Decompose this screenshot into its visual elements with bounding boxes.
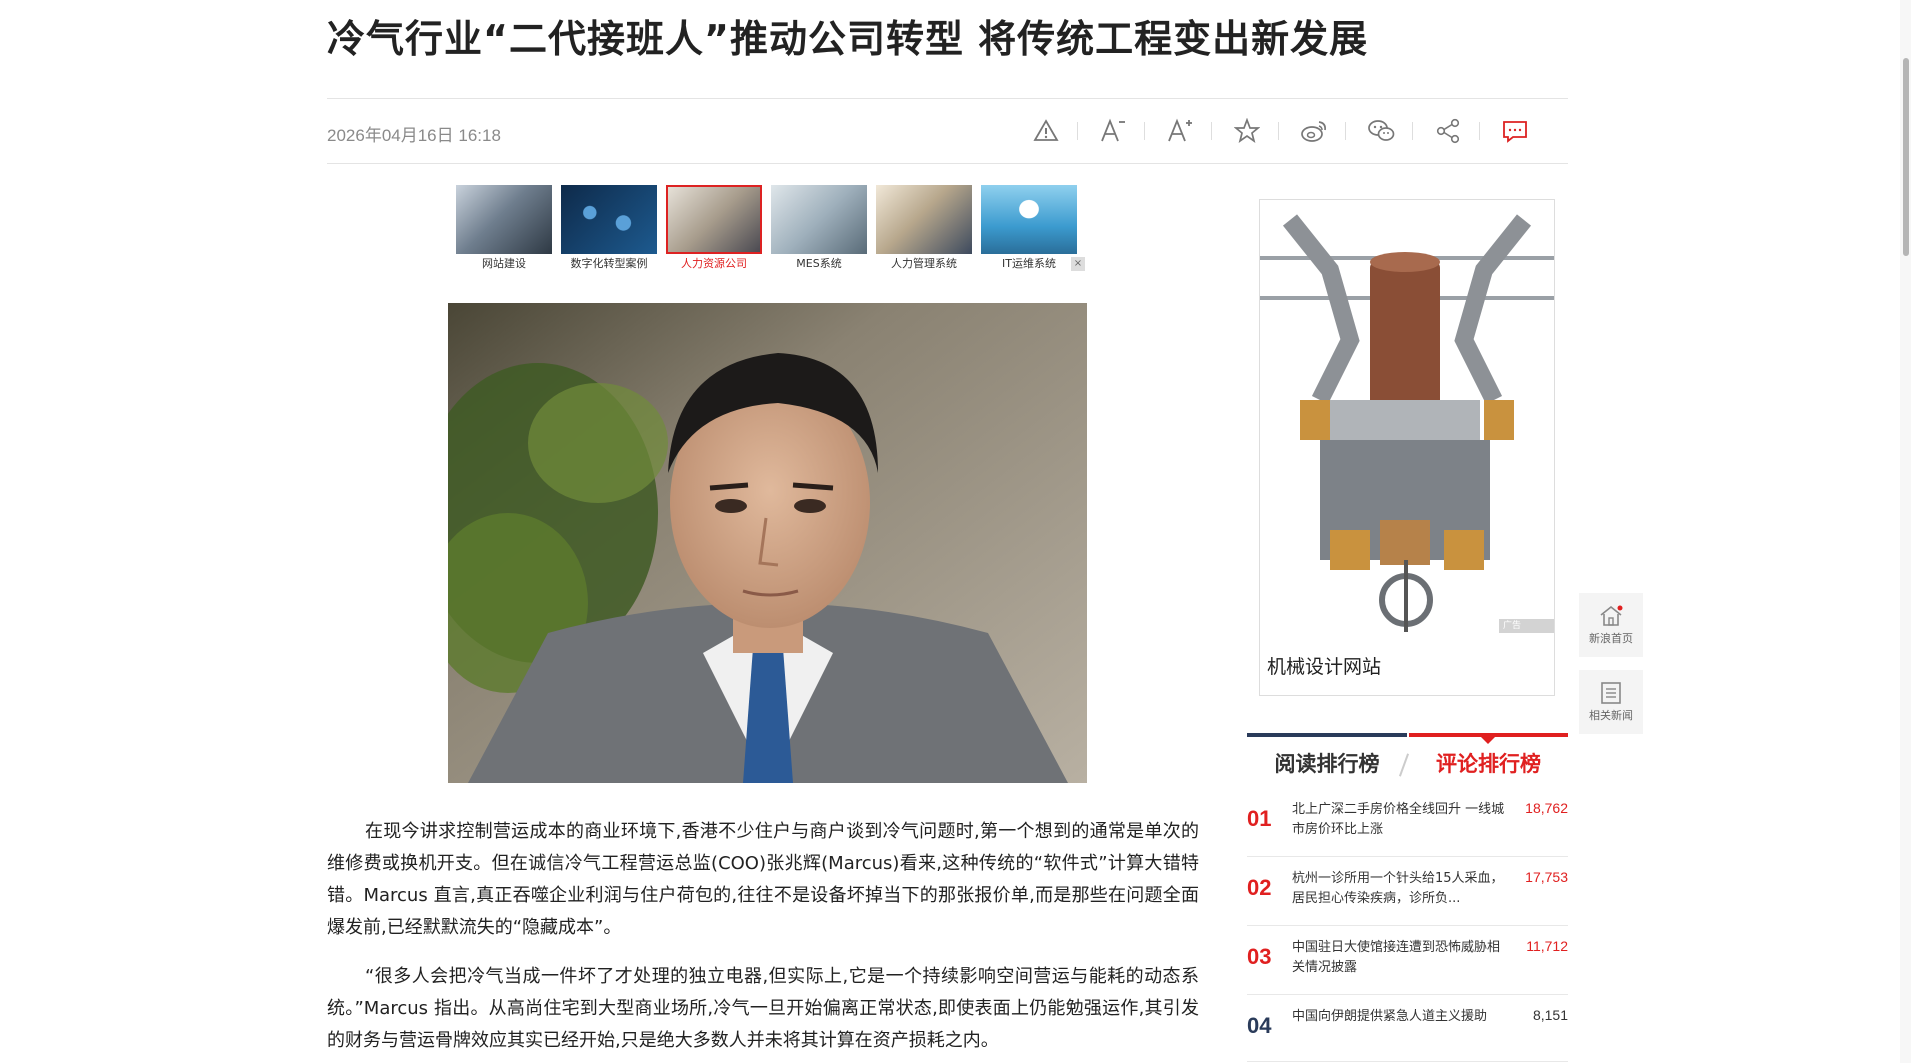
side-ad-caption[interactable]: 机械设计网站 [1267,652,1381,679]
side-nav-related-label: 相关新闻 [1589,709,1633,722]
ad-thumb-label: 数字化转型案例 [570,257,648,270]
ad-tag: 广告 [1499,619,1554,633]
rank-item[interactable]: 04 中国向伊朗提供紧急人道主义援助 8,151 [1247,1007,1568,1062]
weibo-icon[interactable] [1294,114,1334,148]
side-nav-home[interactable]: 新浪首页 [1579,593,1643,657]
ad-thumb-website[interactable]: 网站建设 [456,185,552,271]
publish-date: 2026年04月16日 16:18 [327,126,501,145]
ad-thumb-label: IT运维系统 [1002,257,1056,270]
home-icon [1600,605,1623,626]
article-photo [448,303,1087,783]
side-nav-related[interactable]: 相关新闻 [1579,670,1643,734]
rank-number: 03 [1247,944,1272,969]
font-increase-icon[interactable] [1160,114,1200,148]
toolbar-divider [327,163,1568,164]
toolbar-separator [1412,122,1413,140]
rank-item[interactable]: 03 中国驻日大使馆接连遭到恐怖威胁相关情况披露 11,712 [1247,938,1568,995]
report-icon[interactable] [1026,114,1066,148]
ad-thumb-mes[interactable]: MES系统 [771,185,867,271]
rank-count: 8,151 [1532,1007,1568,1023]
font-decrease-icon[interactable] [1093,114,1133,148]
side-nav-home-label: 新浪首页 [1589,632,1633,645]
toolbar-separator [1077,122,1078,140]
rank-item[interactable]: 02 杭州一诊所用一个针头给15人采血，居民担心传染疾病，诊所负... 17,7… [1247,869,1568,926]
ad-thumb-it-ops[interactable]: IT运维系统 [981,185,1077,271]
rank-title-link[interactable]: 杭州一诊所用一个针头给15人采血，居民担心传染疾病，诊所负... [1292,869,1507,909]
rank-count: 11,712 [1526,938,1568,954]
rank-title-link[interactable]: 北上广深二手房价格全线回升 一线城市房价环比上涨 [1292,800,1507,840]
toolbar-separator [1144,122,1145,140]
toolbar-separator [1345,122,1346,140]
rank-title-link[interactable]: 中国驻日大使馆接连遭到恐怖威胁相关情况披露 [1292,938,1507,978]
ad-thumb-image [666,185,762,254]
ad-thumb-image [876,185,972,254]
ad-thumb-label: MES系统 [796,257,842,270]
ad-thumb-digital[interactable]: 数字化转型案例 [561,185,657,271]
ad-thumb-image [561,185,657,254]
rank-count: 18,762 [1525,800,1568,816]
tab-read-ranking[interactable]: 阅读排行榜 [1247,740,1407,786]
ad-thumb-label: 网站建设 [482,257,526,270]
rank-tab-underline-read [1247,733,1407,737]
share-icon[interactable] [1428,114,1468,148]
comment-icon[interactable] [1495,114,1535,148]
tab-comment-ranking[interactable]: 评论排行榜 [1409,740,1568,786]
ad-thumb-label: 人力资源公司 [681,257,747,270]
ad-thumb-label: 人力管理系统 [891,257,957,270]
rank-title-link[interactable]: 中国向伊朗提供紧急人道主义援助 [1292,1007,1507,1027]
side-ad-image[interactable] [1260,200,1554,632]
title-divider [327,98,1568,99]
article-paragraph: “很多人会把冷气当成一件坏了才处理的独立电器,但实际上,它是一个持续影响空间营运… [327,966,1199,1051]
article-title: 冷气行业“二代接班人”推动公司转型 将传统工程变出新发展 [327,17,1369,61]
favorite-icon[interactable] [1227,114,1267,148]
toolbar-separator [1479,122,1480,140]
ad-thumb-hr-system[interactable]: 人力管理系统 [876,185,972,271]
article-paragraph: 在现今讲求控制营运成本的商业环境下,香港不少住户与商户谈到冷气问题时,第一个想到… [327,821,1199,938]
wechat-icon[interactable] [1361,114,1401,148]
ad-thumb-image [456,185,552,254]
ad-thumb-hr-company[interactable]: 人力资源公司 [666,185,762,271]
toolbar-separator [1211,122,1212,140]
ad-close-button[interactable]: × [1071,257,1085,271]
rank-item[interactable]: 01 北上广深二手房价格全线回升 一线城市房价环比上涨 18,762 [1247,800,1568,857]
scrollbar-thumb[interactable] [1903,58,1909,256]
rank-number: 04 [1247,1013,1272,1038]
ad-thumb-image [771,185,867,254]
news-list-icon [1601,682,1621,704]
rank-number: 01 [1247,806,1272,831]
rank-count: 17,753 [1525,869,1568,885]
rank-number: 02 [1247,875,1272,900]
toolbar-separator [1278,122,1279,140]
ad-thumb-image [981,185,1077,254]
